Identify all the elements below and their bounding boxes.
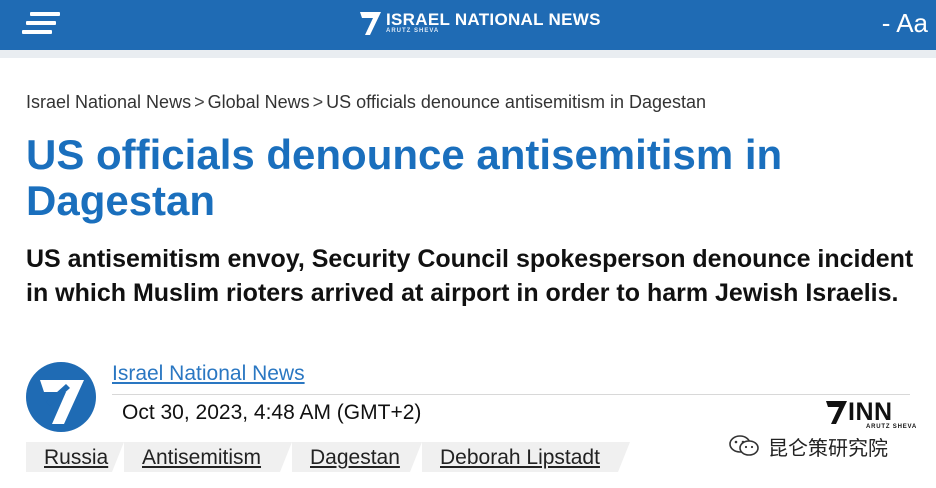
watermark-text: 昆仑策研究院 xyxy=(768,436,888,460)
header-divider xyxy=(0,50,936,58)
author-logo-icon xyxy=(40,380,84,424)
wechat-icon xyxy=(729,435,759,456)
breadcrumb: Israel National News > Global News > US offi… xyxy=(26,92,706,113)
breadcrumb-separator: > xyxy=(194,92,205,112)
hamburger-menu-icon[interactable] xyxy=(20,12,62,38)
breadcrumb-section-link[interactable]: Global News xyxy=(208,92,310,112)
author-avatar[interactable] xyxy=(26,362,96,432)
top-navigation-bar: ISRAEL NATIONAL NEWS ARUTZ SHEVA - Aa xyxy=(0,0,936,50)
publish-date: Oct 30, 2023, 4:48 AM (GMT+2) xyxy=(122,401,422,424)
breadcrumb-home-link[interactable]: Israel National News xyxy=(26,92,191,112)
brand-subtitle: ARUTZ SHEVA xyxy=(386,28,440,34)
article-title: US officials denounce antisemitism in Da… xyxy=(26,131,783,224)
inn-logo-text: INN xyxy=(848,398,893,426)
font-size-toggle[interactable]: - Aa xyxy=(882,8,928,39)
tag-deborah-lipstadt[interactable]: Deborah Lipstadt xyxy=(422,442,630,472)
logo-mark-icon xyxy=(360,12,381,35)
breadcrumb-separator: > xyxy=(312,92,324,112)
inn-logo-subtitle: ARUTZ SHEVA xyxy=(866,424,918,430)
tag-dagestan[interactable]: Dagestan xyxy=(292,442,422,472)
tag-russia[interactable]: Russia xyxy=(26,442,124,472)
author-name-link[interactable]: Israel National News xyxy=(112,362,305,386)
inn-source-logo: INN ARUTZ SHEVA xyxy=(826,398,916,430)
tag-antisemitism[interactable]: Antisemitism xyxy=(124,442,292,472)
article-subtitle: US antisemitism envoy, Security Council … xyxy=(26,245,914,307)
inn-mark-icon xyxy=(826,401,847,424)
brand-title: ISRAEL NATIONAL NEWS xyxy=(386,10,601,29)
meta-divider xyxy=(112,394,910,395)
breadcrumb-current: US officials denounce antisemitism in Da… xyxy=(326,92,707,112)
